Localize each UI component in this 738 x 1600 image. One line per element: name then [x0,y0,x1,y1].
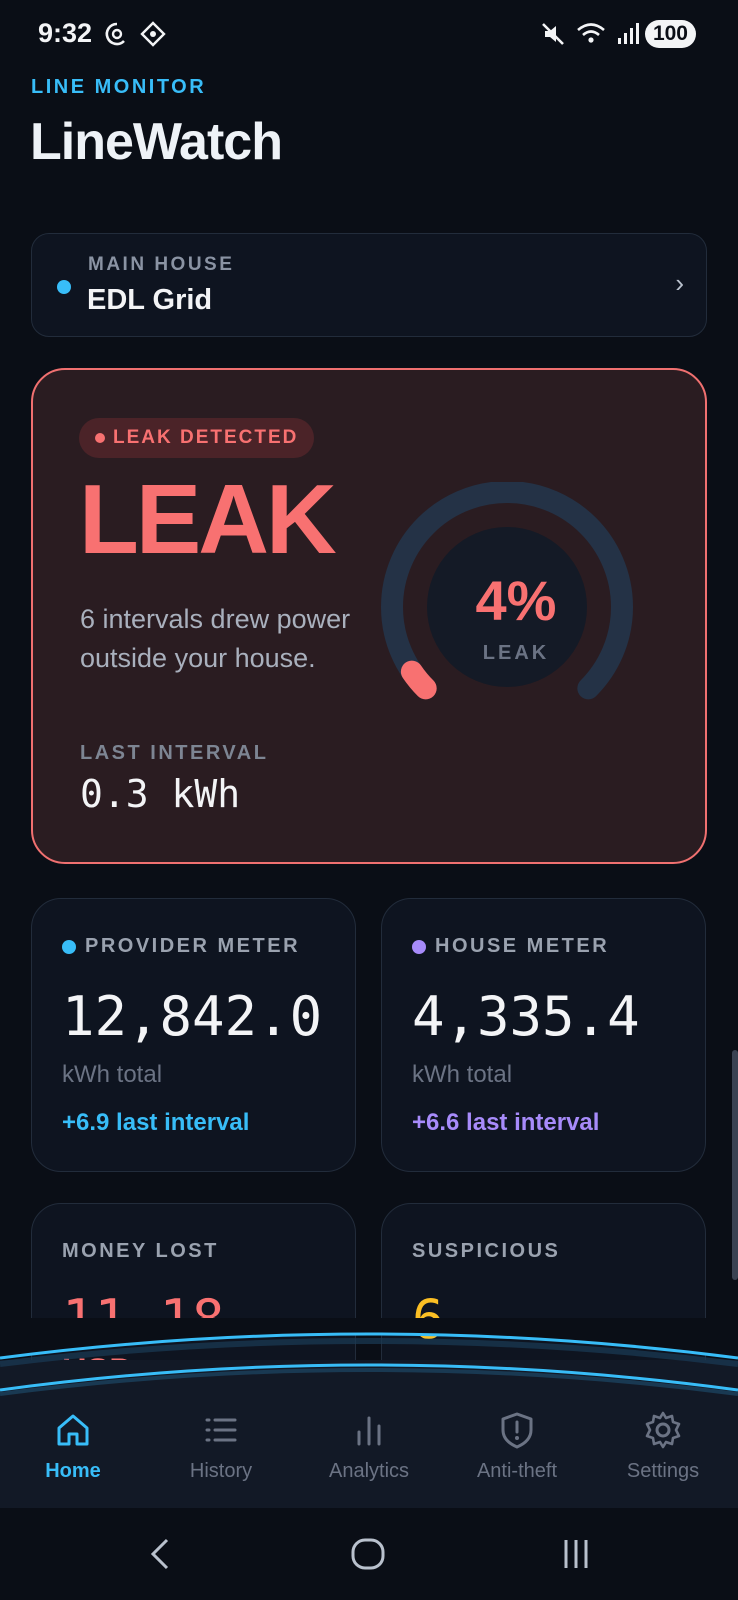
leak-gauge: 4% LEAK [376,481,656,742]
status-time: 9:32 [38,18,93,48]
suspicious-label: SUSPICIOUS [412,1240,561,1262]
last-interval-label: LAST INTERVAL [80,742,269,764]
system-home-button[interactable] [338,1530,398,1578]
status-system-icons [540,16,640,52]
provider-meter-unit: kWh total [62,1061,163,1088]
back-icon [150,1538,169,1570]
bar-chart-icon [357,1416,381,1446]
nav-history-label: History [189,1460,253,1482]
nav-settings[interactable]: Settings [590,1410,736,1490]
list-icon [205,1418,237,1442]
provider-meter-dot [62,939,76,954]
gauge-label: LEAK [482,642,550,664]
nav-history[interactable]: History [148,1410,294,1490]
signal-icon [618,23,639,44]
house-label: MAIN HOUSE [88,254,235,275]
leak-description: 6 intervals drew power outside your hous… [80,604,351,673]
house-meter-delta: +6.6 last interval [412,1109,600,1136]
nav-anti-theft-label: Anti-theft [476,1460,558,1482]
status-app-icons [104,16,166,52]
leak-status-card[interactable]: LEAK DETECTED LEAK 6 intervals drew powe… [31,368,707,864]
leak-badge: LEAK DETECTED [79,418,315,458]
shield-icon [501,1412,533,1449]
nav-top-mask [0,1318,738,1380]
gauge-fill [400,660,437,700]
provider-meter-header: PROVIDER METER [62,935,300,958]
nav-home[interactable]: Home [0,1410,146,1490]
system-recents-button[interactable] [546,1530,606,1578]
house-meter-card[interactable]: HOUSE METER 4,335.4 kWh total +6.6 last … [381,898,706,1172]
threads-icon [105,22,125,46]
battery-indicator: 100 [644,20,696,48]
house-meter-header: HOUSE METER [412,935,609,958]
nav-analytics-label: Analytics [328,1460,410,1482]
scrollbar-thumb[interactable] [732,1050,738,1280]
leak-badge-dot [95,433,105,443]
house-selector[interactable]: MAIN HOUSE EDL Grid › [31,233,707,337]
money-lost-label: MONEY LOST [62,1240,219,1262]
leak-status-text: LEAK [79,464,337,574]
chevron-right-icon: › [675,268,684,298]
gear-icon [645,1411,681,1449]
house-status-dot [57,280,71,294]
house-name: EDL Grid [87,284,213,316]
app-icon [140,21,166,47]
last-interval-value: 0.3 kWh [80,772,241,816]
gauge-percent: 4% [475,569,557,632]
nav-home-label: Home [45,1460,101,1482]
provider-meter-value: 12,842.0 [62,985,323,1048]
mute-icon [542,23,564,45]
house-meter-dot [412,939,426,954]
house-meter-unit: kWh total [412,1061,513,1088]
nav-analytics[interactable]: Analytics [296,1410,442,1490]
wifi-icon [577,23,605,43]
app-title: LineWatch [30,113,283,171]
nav-anti-theft[interactable]: Anti-theft [444,1410,590,1490]
house-meter-value: 4,335.4 [412,985,640,1048]
nav-settings-label: Settings [626,1460,700,1482]
system-back-button[interactable] [130,1530,190,1578]
home-icon [57,1414,89,1446]
provider-meter-label: PROVIDER METER [85,935,301,957]
home-circle-icon [351,1538,385,1570]
recents-icon [564,1540,588,1568]
provider-meter-card[interactable]: PROVIDER METER 12,842.0 kWh total +6.9 l… [31,898,356,1172]
app-subtitle: LINE MONITOR [31,76,207,98]
house-meter-label: HOUSE METER [435,935,610,957]
provider-meter-delta: +6.9 last interval [62,1109,250,1136]
leak-badge-label: LEAK DETECTED [113,427,299,448]
